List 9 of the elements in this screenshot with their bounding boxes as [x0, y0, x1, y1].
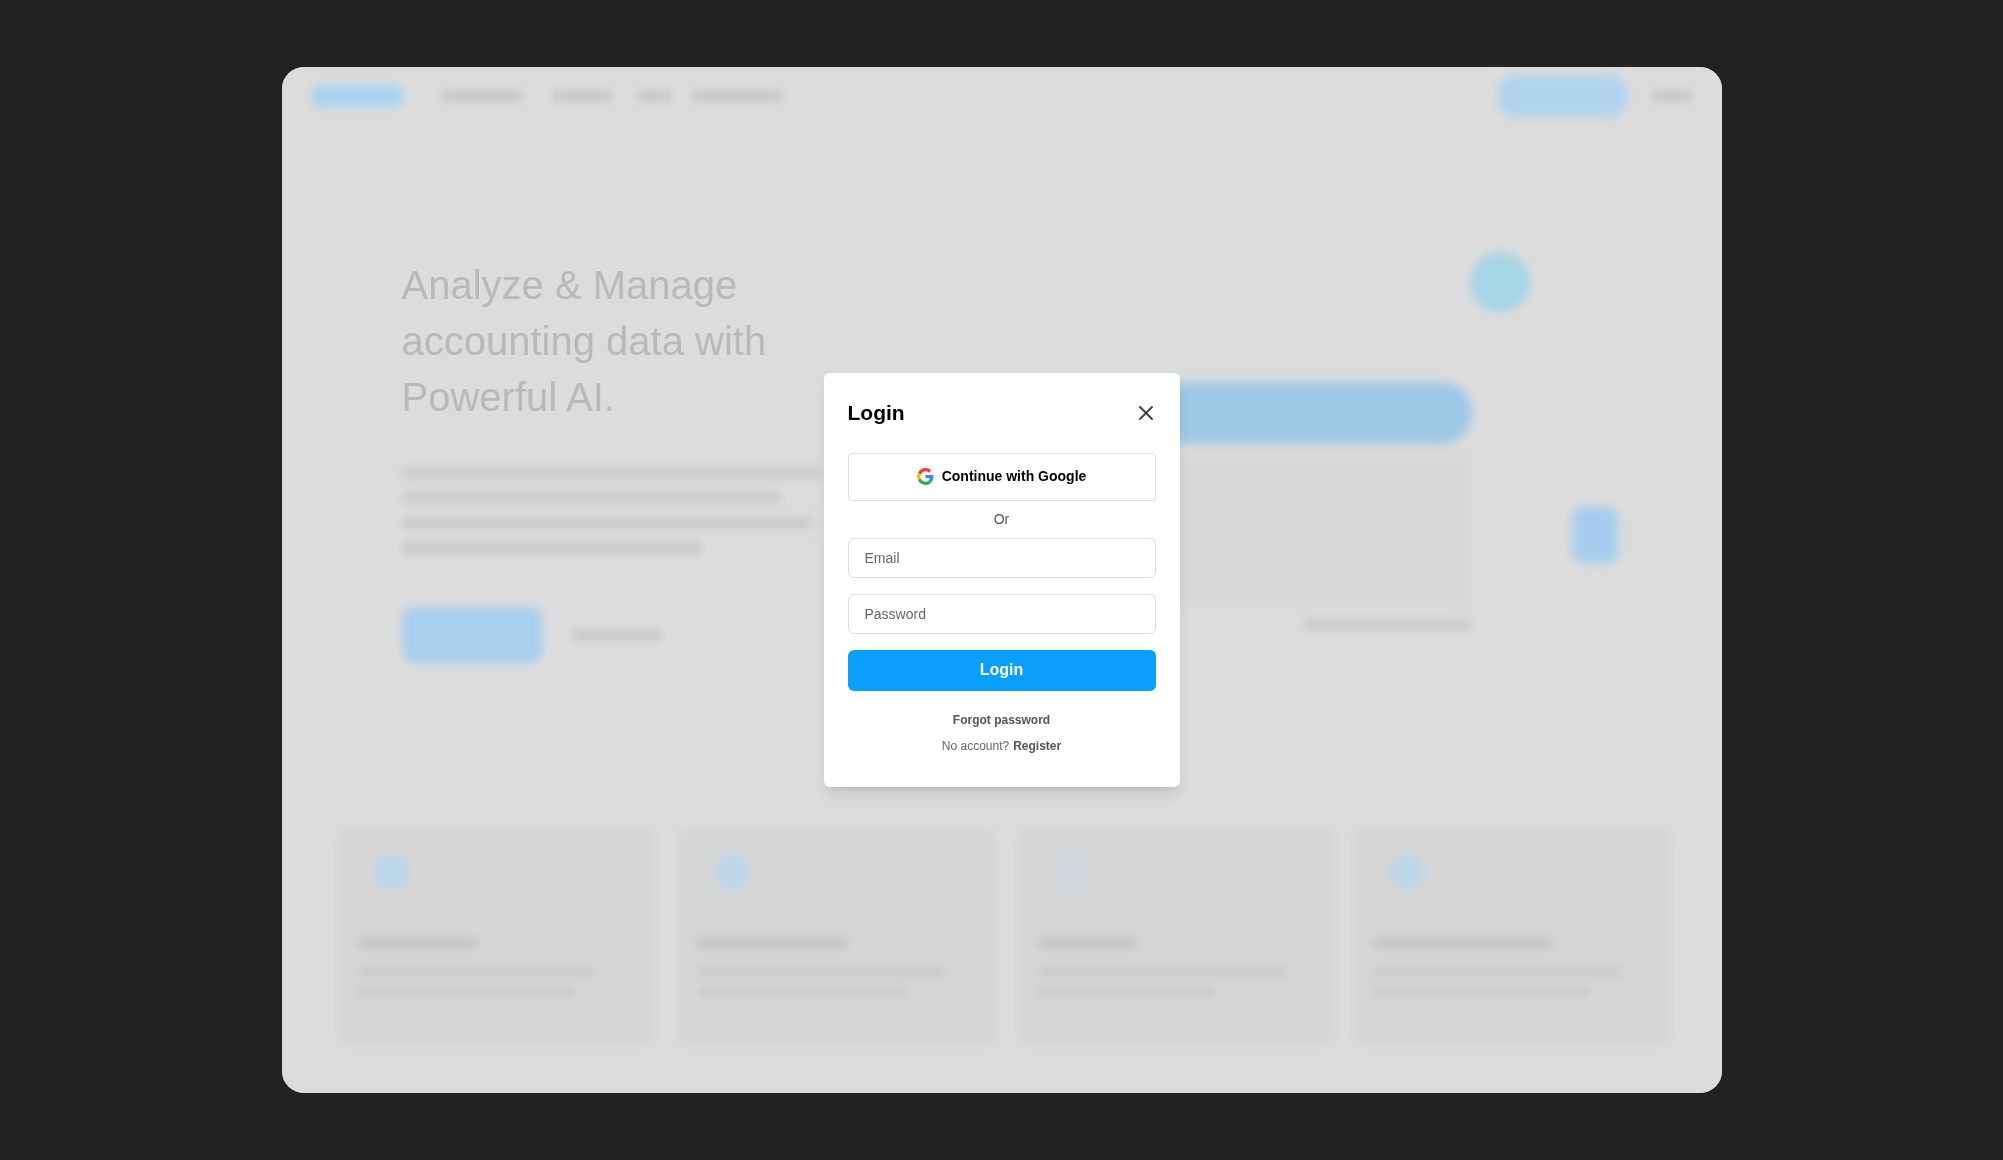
register-link[interactable]: Register: [1013, 736, 1062, 755]
input-field[interactable]: Password: [847, 593, 1156, 634]
google-sign-in-button[interactable]: Continue with Google: [847, 452, 1156, 501]
register-prompt: No account?: [941, 737, 1010, 755]
forgot-password-link[interactable]: Forgot password: [952, 710, 1051, 729]
dialog-title: Login: [847, 400, 905, 427]
separator-text: Or: [993, 509, 1010, 529]
google-g-icon: [916, 468, 934, 486]
input-field[interactable]: Email: [847, 537, 1156, 578]
